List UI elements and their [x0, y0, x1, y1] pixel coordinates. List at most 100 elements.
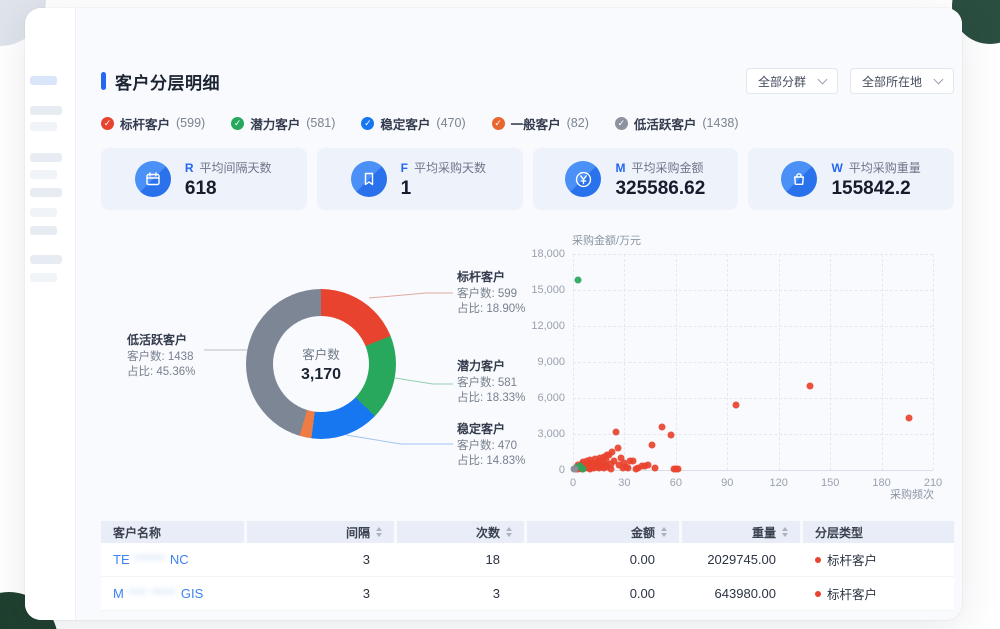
x-axis-tick-label: 30 [618, 477, 630, 489]
gridline-vertical [624, 254, 625, 470]
legend-item[interactable]: ✓潜力客户(581) [231, 114, 335, 133]
gridline-vertical [779, 254, 780, 470]
sort-icon[interactable] [661, 527, 667, 537]
amount-cell: 0.00 [527, 543, 679, 576]
donut-callout-line: 占比: 14.83% [457, 454, 525, 468]
sidebar-skeleton-item[interactable] [30, 76, 57, 85]
x-axis-tick-label: 150 [821, 477, 839, 489]
scatter-x-axis-title: 采购频次 [890, 486, 934, 502]
sidebar-skeleton-item[interactable] [30, 208, 57, 217]
location-filter-dropdown[interactable]: 全部所在地 [850, 68, 954, 94]
legend-item[interactable]: ✓低活跃客户(1438) [615, 114, 739, 133]
donut-callout-line: 客户数: 599 [457, 287, 525, 301]
scatter-point[interactable] [648, 442, 655, 449]
scatter-plot-area[interactable]: 03,0006,0009,00012,00015,00018,000030609… [573, 254, 933, 471]
customer-name-link[interactable]: TE*****NC [113, 552, 189, 567]
stat-label: W平均采购重量 [831, 159, 920, 176]
sidebar-skeleton-item[interactable] [30, 255, 62, 264]
customer-name-link[interactable]: M*** ****GIS [113, 586, 203, 601]
scatter-point[interactable] [667, 431, 674, 438]
scatter-point[interactable] [806, 382, 813, 389]
donut-leader-line [369, 293, 453, 298]
sidebar-skeleton-item[interactable] [30, 153, 62, 162]
segment-type-dot [815, 557, 821, 563]
name-visible-part: NC [170, 552, 189, 567]
column-header[interactable]: 间隔 [247, 521, 394, 543]
legend-label: 潜力客户 [250, 114, 300, 133]
stat-value: 325586.62 [615, 178, 705, 200]
weight-cell: 2029745.00 [682, 543, 800, 576]
gridline-horizontal [573, 398, 933, 399]
legend-label: 稳定客户 [380, 114, 430, 133]
yen-icon [565, 161, 601, 197]
scatter-point[interactable] [630, 457, 637, 464]
scatter-point[interactable] [906, 415, 913, 422]
sidebar-skeleton-item[interactable] [30, 122, 57, 131]
chevron-down-icon [818, 74, 828, 84]
legend-count: (1438) [702, 116, 738, 130]
column-header[interactable]: 金额 [527, 521, 679, 543]
sidebar-skeleton-item[interactable] [30, 273, 57, 282]
title-wrap: 客户分层明细 [101, 69, 220, 94]
donut-callout-title: 潜力客户 [457, 359, 525, 373]
sort-icon[interactable] [376, 527, 382, 537]
name-visible-part: TE [113, 552, 130, 567]
column-header: 客户名称 [101, 521, 244, 543]
scatter-point[interactable] [572, 465, 579, 472]
scatter-point[interactable] [624, 465, 631, 472]
stat-letter: M [615, 161, 625, 175]
stat-label: M平均采购金额 [615, 159, 705, 176]
times-cell: 3 [397, 577, 524, 610]
page-title: 客户分层明细 [115, 69, 220, 94]
times-cell: 18 [397, 543, 524, 576]
donut-callout: 标杆客户客户数: 599占比: 18.90% [453, 270, 525, 316]
check-circle-icon: ✓ [231, 117, 244, 130]
legend-item[interactable]: ✓一般客户(82) [492, 114, 589, 133]
scatter-point[interactable] [732, 401, 739, 408]
scatter-point[interactable] [575, 277, 582, 284]
gridline-horizontal [573, 254, 933, 255]
column-header[interactable]: 次数 [397, 521, 524, 543]
gridline-horizontal [573, 362, 933, 363]
sidebar-skeleton-item[interactable] [30, 170, 57, 179]
scatter-point[interactable] [652, 465, 659, 472]
scatter-point[interactable] [607, 465, 614, 472]
legend-item[interactable]: ✓稳定客户(470) [361, 114, 465, 133]
column-header[interactable]: 重量 [682, 521, 800, 543]
donut-ring[interactable]: 客户数 3,170 [246, 289, 396, 439]
column-header-label: 间隔 [346, 524, 370, 541]
sort-icon[interactable] [782, 527, 788, 537]
scatter-chart: 采购金额/万元 03,0006,0009,00012,00015,00018,0… [536, 226, 954, 507]
check-circle-icon: ✓ [361, 117, 374, 130]
x-axis-tick-label: 120 [770, 477, 788, 489]
scatter-point[interactable] [612, 428, 619, 435]
sort-desc-arrow [661, 533, 667, 537]
customer-table: 客户名称间隔次数金额重量分层类型 TE*****NC3180.002029745… [101, 521, 954, 611]
app-window: 客户分层明细 全部分群 全部所在地 ✓标杆客户(599)✓潜力客户(581)✓稳… [25, 8, 962, 620]
sidebar-skeleton-item[interactable] [30, 106, 62, 115]
sidebar-skeleton-item[interactable] [30, 188, 62, 197]
column-header-label: 重量 [752, 524, 776, 541]
donut-callout-line: 占比: 18.33% [457, 391, 525, 405]
title-accent-bar [101, 72, 106, 90]
scatter-point[interactable] [674, 466, 681, 473]
legend-count: (599) [176, 116, 205, 130]
scatter-point[interactable] [614, 445, 621, 452]
donut-callout-title: 低活跃客户 [127, 333, 195, 347]
donut-callout-title: 标杆客户 [457, 270, 525, 284]
sidebar-skeleton-item[interactable] [30, 226, 57, 235]
name-visible-part: GIS [181, 586, 203, 601]
x-axis-tick-label: 60 [670, 477, 682, 489]
amount-cell: 0.00 [527, 577, 679, 610]
donut-callout-line: 客户数: 581 [457, 376, 525, 390]
legend-item[interactable]: ✓标杆客户(599) [101, 114, 205, 133]
y-axis-tick-label: 3,000 [537, 428, 565, 440]
scatter-point[interactable] [659, 423, 666, 430]
donut-center-value: 3,170 [301, 366, 341, 384]
scatter-point[interactable] [580, 465, 587, 472]
stat-letter: R [185, 161, 194, 175]
segment-filter-dropdown[interactable]: 全部分群 [746, 68, 838, 94]
sort-icon[interactable] [506, 527, 512, 537]
check-circle-icon: ✓ [615, 117, 628, 130]
y-axis-tick-label: 18,000 [531, 248, 565, 260]
